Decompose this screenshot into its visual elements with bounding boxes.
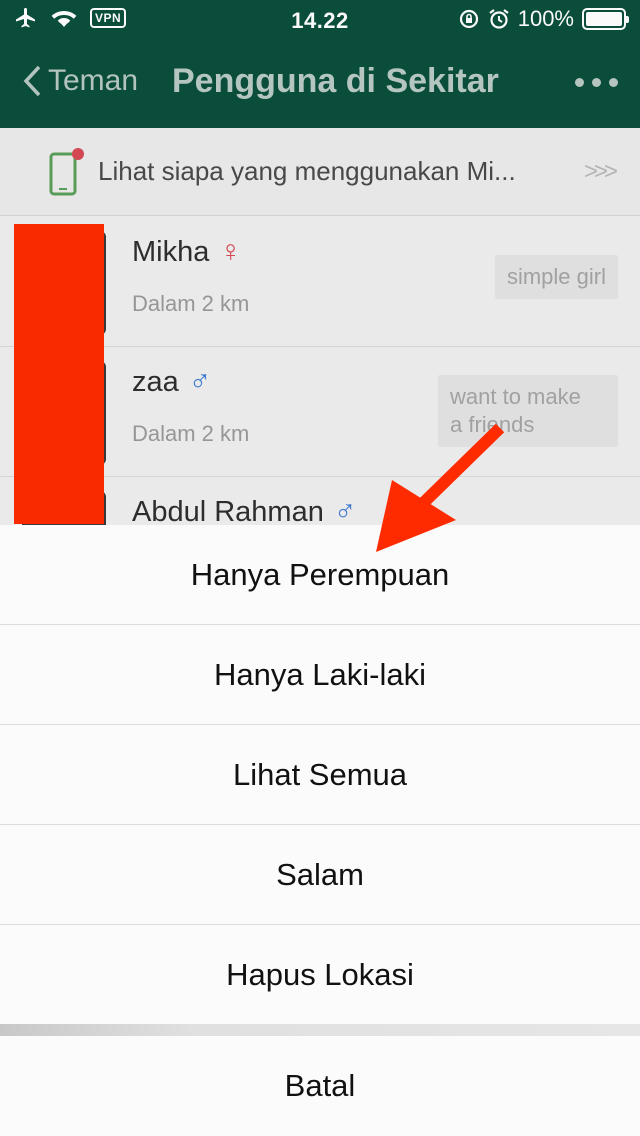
sheet-divider (0, 1024, 640, 1036)
dim-overlay[interactable] (0, 0, 640, 525)
cancel-button[interactable]: Batal (0, 1036, 640, 1136)
option-see-all[interactable]: Lihat Semua (0, 725, 640, 825)
option-clear-location[interactable]: Hapus Lokasi (0, 925, 640, 1024)
action-sheet: Hanya Perempuan Hanya Laki-laki Lihat Se… (0, 525, 640, 1136)
option-only-female[interactable]: Hanya Perempuan (0, 525, 640, 625)
option-only-male[interactable]: Hanya Laki-laki (0, 625, 640, 725)
option-greeting[interactable]: Salam (0, 825, 640, 925)
